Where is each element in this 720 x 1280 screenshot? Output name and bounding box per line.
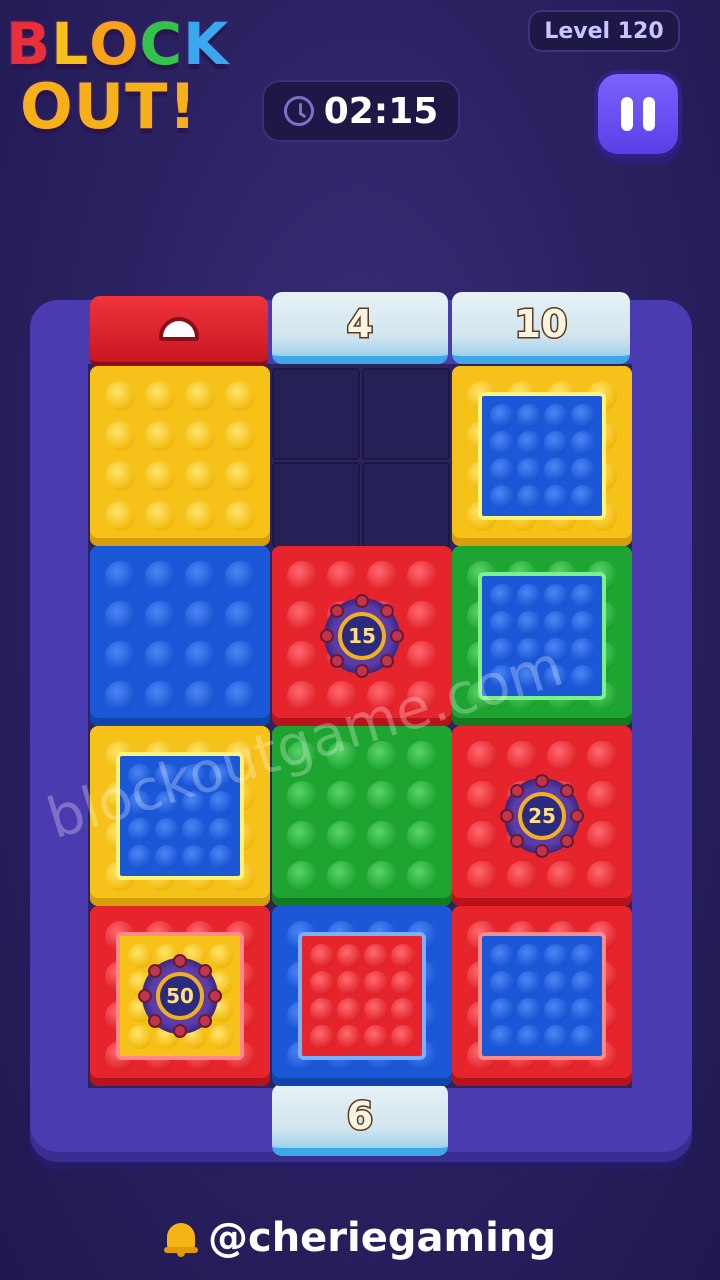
- logo-letter: O: [88, 9, 140, 80]
- timer-value: 02:15: [323, 90, 439, 132]
- logo-line-1: BLOCK: [4, 9, 230, 80]
- logo-letter: B: [4, 9, 52, 80]
- bomb-counter: 15: [320, 594, 404, 678]
- pause-icon: [621, 97, 633, 131]
- logo-line-2: OUT!: [19, 69, 199, 145]
- logo-letter: K: [182, 9, 230, 80]
- bomb-value: 15: [338, 612, 386, 660]
- studs: [100, 556, 260, 716]
- blue-block[interactable]: [90, 546, 270, 726]
- blue-block-with-red-core[interactable]: [272, 906, 452, 1086]
- ice-door-counter: 10: [513, 301, 569, 348]
- ice-door-counter: 6: [345, 1093, 375, 1140]
- ice-door-bottom: 6: [272, 1084, 448, 1156]
- ice-door-top: 4: [272, 292, 448, 364]
- bomb-counter: 25: [500, 774, 584, 858]
- bomb-value: 25: [518, 792, 566, 840]
- logo-letter: C: [138, 9, 184, 80]
- red-block-with-blue-core[interactable]: [452, 906, 632, 1086]
- empty-cell: [272, 462, 360, 548]
- level-indicator: Level 120: [528, 10, 680, 52]
- logo-letter: O: [19, 69, 75, 145]
- red-block-with-bomb[interactable]: 25: [452, 726, 632, 906]
- logo-letter: L: [50, 9, 90, 80]
- creator-credit: @cheriegaming: [0, 1208, 720, 1268]
- arrow-up-icon: [159, 317, 199, 341]
- empty-cell: [362, 368, 450, 460]
- green-block-with-blue-core[interactable]: [452, 546, 632, 726]
- yellow-block-with-blue-core[interactable]: [452, 366, 632, 546]
- ice-door-counter: 4: [345, 301, 375, 348]
- bomb-value: 50: [156, 972, 204, 1020]
- bell-icon: [163, 1219, 198, 1257]
- yellow-block-with-blue-core[interactable]: [90, 726, 270, 906]
- bomb-counter: 50: [138, 954, 222, 1038]
- game-logo: BLOCK OUT!: [0, 0, 270, 150]
- credit-handle: @cheriegaming: [207, 1215, 556, 1261]
- inner-blue-block: [478, 392, 606, 520]
- empty-cell: [362, 462, 450, 548]
- studs: [100, 376, 260, 536]
- exit-door-red: [90, 296, 268, 368]
- pause-button[interactable]: [594, 70, 682, 158]
- logo-letter: U: [72, 69, 126, 145]
- logo-letter: T: [124, 69, 169, 145]
- logo-letter: !: [167, 69, 198, 145]
- yellow-block[interactable]: [90, 366, 270, 546]
- inner-red-block: [298, 932, 426, 1060]
- green-block[interactable]: [272, 726, 452, 906]
- pause-icon: [643, 97, 655, 131]
- empty-cell: [272, 368, 360, 460]
- red-block-with-bomb[interactable]: 15: [272, 546, 452, 726]
- clock-icon: [283, 96, 314, 126]
- studs: [282, 736, 442, 896]
- red-block-with-yellow-core[interactable]: 50: [90, 906, 270, 1086]
- ice-door-top-right: 10: [452, 292, 630, 364]
- inner-blue-block: [116, 752, 244, 880]
- inner-blue-block: [478, 572, 606, 700]
- inner-blue-block: [478, 932, 606, 1060]
- timer: 02:15: [262, 80, 460, 142]
